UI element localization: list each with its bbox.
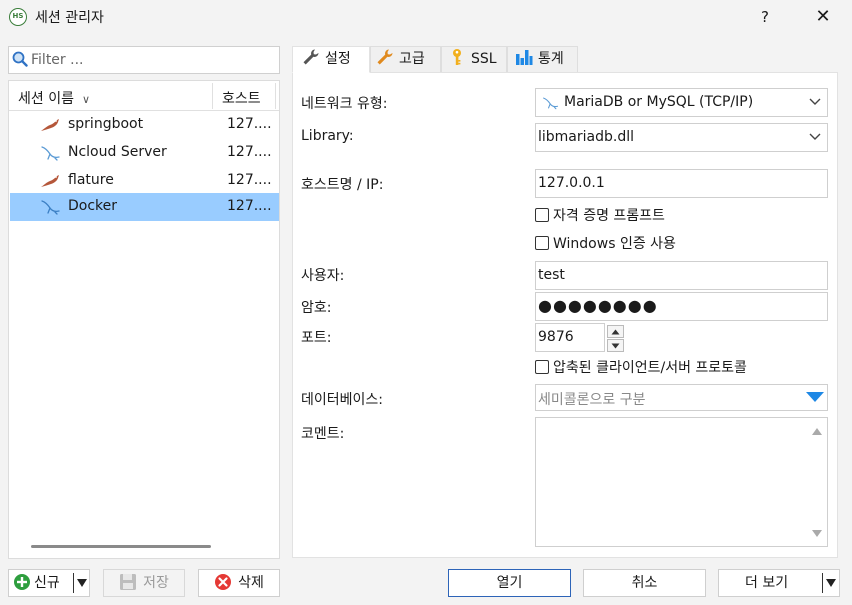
session-row-docker[interactable]: Docker 127.... [10,193,279,221]
user-label: 사용자: [301,268,345,284]
mariadb-icon [41,119,59,131]
open-button[interactable]: 열기 [448,569,571,597]
delete-circle-icon [215,574,232,590]
tab-label: 통계 [538,51,564,67]
list-header: 세션 이름 ∨ 호스트 [9,81,279,111]
session-row-flature[interactable]: flature 127.... [10,167,279,195]
port-input[interactable]: 9876 [535,323,605,352]
chevron-down-icon [809,133,821,140]
filter-input[interactable] [31,50,271,70]
tab-label: 고급 [399,51,425,67]
user-input[interactable]: test [535,261,828,290]
arrow-down-icon [611,343,620,349]
split-divider [73,573,74,593]
port-increment-button[interactable] [607,325,624,338]
session-row-springboot[interactable]: springboot 127.... [10,111,279,139]
help-button[interactable]: ? [752,4,778,30]
search-icon [12,51,28,67]
column-header-label: 세션 이름 [18,91,74,107]
port-decrement-button[interactable] [607,339,624,352]
session-row-ncloud-server[interactable]: Ncloud Server 127.... [10,139,279,167]
checkbox-label: Windows 인증 사용 [553,236,676,252]
column-divider[interactable] [212,83,213,109]
network-type-select[interactable]: MariaDB or MySQL (TCP/IP) [535,88,828,117]
password-input[interactable]: ●●●●●●●● [535,292,828,321]
session-name: flature [68,172,114,188]
network-type-value: MariaDB or MySQL (TCP/IP) [564,94,754,110]
button-label: 삭제 [238,575,264,591]
library-label: Library: [301,128,354,144]
checkbox-box[interactable] [535,208,549,222]
column-divider[interactable] [275,83,276,109]
plus-circle-icon [14,574,30,590]
button-label: 신규 [34,575,60,591]
library-value: libmariadb.dll [538,129,634,145]
wrench-icon [303,49,319,65]
window-title: 세션 관리자 [35,10,104,26]
port-label: 포트: [301,330,332,346]
button-label: 더 보기 [745,575,789,591]
database-input[interactable]: 세미콜론으로 구분 [535,384,828,411]
mysql-dolphin-icon [41,200,60,215]
delete-button[interactable]: 삭제 [198,569,280,597]
dropdown-arrow-icon[interactable] [826,579,836,587]
library-select[interactable]: libmariadb.dll [535,123,828,152]
more-button[interactable]: 더 보기 [718,569,840,597]
session-host: 127.... [227,116,272,132]
horizontal-scrollbar[interactable] [31,545,211,548]
save-button[interactable]: 저장 [103,569,185,597]
dropdown-triangle-icon[interactable] [805,391,825,403]
session-name: Ncloud Server [68,144,167,160]
network-type-label: 네트워크 유형: [301,96,388,112]
tab-advanced[interactable]: 고급 [370,46,441,73]
bar-chart-icon [516,50,533,65]
session-name: Docker [68,198,118,214]
tab-settings[interactable]: 설정 [292,46,370,73]
floppy-disk-icon [120,574,137,590]
tab-ssl[interactable]: SSL [441,46,507,73]
host-label: 호스트명 / IP: [301,177,384,193]
checkbox-label: 압축된 클라이언트/서버 프로토콜 [553,360,747,376]
checkbox-label: 자격 증명 프롬프트 [553,208,665,224]
session-name: springboot [68,116,144,132]
dropdown-arrow-icon[interactable] [77,579,87,587]
checkbox-box[interactable] [535,236,549,250]
cancel-button[interactable]: 취소 [583,569,706,597]
tab-statistics[interactable]: 통계 [507,46,578,73]
mariadb-icon [41,175,59,187]
comment-textarea[interactable] [535,417,828,547]
tab-label: SSL [471,51,497,67]
database-placeholder: 세미콜론으로 구분 [538,392,646,408]
session-host: 127.... [227,172,272,188]
chevron-down-icon [809,98,821,105]
button-label: 저장 [143,575,169,591]
split-divider [822,573,823,593]
comment-label: 코멘트: [301,426,345,442]
filter-box[interactable] [8,46,280,74]
session-host: 127.... [227,144,272,160]
column-header-host[interactable]: 호스트 [222,88,261,108]
column-header-session-name[interactable]: 세션 이름 ∨ [18,88,90,108]
close-button[interactable]: ✕ [808,4,838,30]
session-host: 127.... [227,198,272,214]
compressed-protocol-checkbox[interactable]: 압축된 클라이언트/서버 프로토콜 [535,357,747,377]
checkbox-box[interactable] [535,360,549,374]
tab-label: 설정 [325,51,351,67]
credential-prompt-checkbox[interactable]: 자격 증명 프롬프트 [535,205,665,225]
key-icon [453,49,461,65]
vertical-scrollbar[interactable] [807,418,827,546]
wrench-orange-icon [377,49,393,65]
arrow-up-icon [611,329,620,335]
app-logo-icon: HS [9,8,27,26]
database-label: 데이터베이스: [301,392,383,408]
title-bar: HS 세션 관리자 ? ✕ [0,0,852,34]
chevron-down-icon: ∨ [81,93,91,106]
mysql-dolphin-icon [41,146,60,161]
new-button[interactable]: 신규 [8,569,90,597]
host-input[interactable]: 127.0.0.1 [535,169,828,198]
password-label: 암호: [301,300,332,316]
mysql-dolphin-icon [543,97,559,110]
session-list: 세션 이름 ∨ 호스트 springboot 127.... Ncloud Ser… [8,80,280,559]
windows-auth-checkbox[interactable]: Windows 인증 사용 [535,233,676,253]
